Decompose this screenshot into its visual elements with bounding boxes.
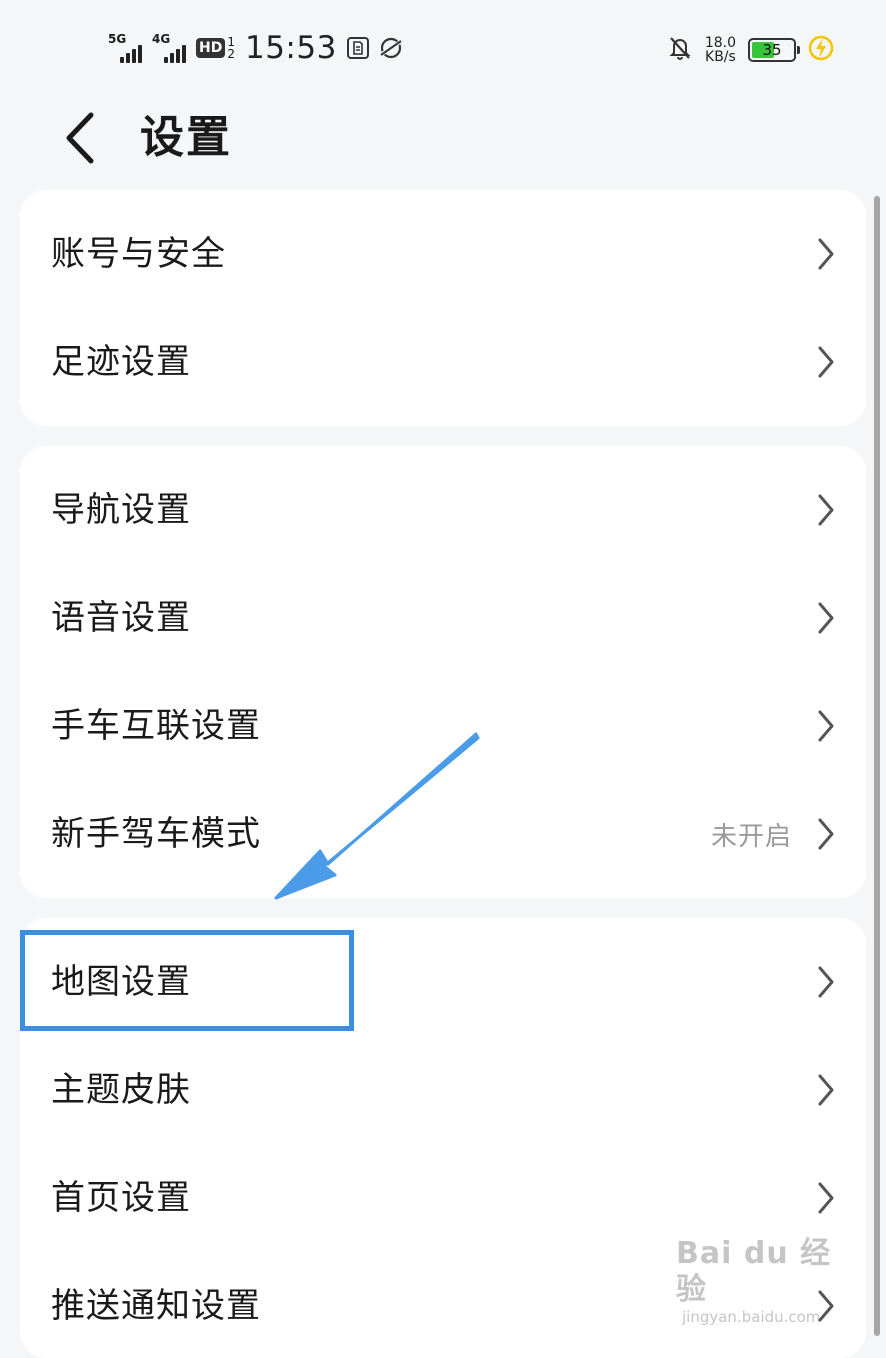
watermark: Bai du 经验 jingyan.baidu.com bbox=[676, 1236, 856, 1326]
watermark-sub: jingyan.baidu.com bbox=[682, 1308, 821, 1326]
settings-item-label: 新手驾车模式 bbox=[51, 814, 261, 854]
settings-item-label: 主题皮肤 bbox=[51, 1070, 191, 1110]
chevron-right-icon bbox=[818, 494, 834, 526]
network-speed-unit: KB/s bbox=[705, 49, 736, 65]
cellular-signal-icon-2: 4G bbox=[152, 33, 186, 63]
hd-voice-icon: HD bbox=[196, 38, 226, 58]
settings-item-phone-car-link[interactable]: 手车互联设置 bbox=[20, 672, 866, 780]
cellular-signal-icon: 5G bbox=[108, 33, 142, 63]
settings-item-label: 推送通知设置 bbox=[51, 1286, 261, 1326]
settings-item-label: 导航设置 bbox=[51, 490, 191, 530]
network-type-label: 5G bbox=[108, 32, 127, 46]
page-title: 设置 bbox=[140, 112, 232, 163]
settings-item-label: 首页设置 bbox=[51, 1178, 191, 1218]
planet-app-icon bbox=[379, 36, 403, 60]
chevron-left-icon bbox=[66, 112, 94, 164]
settings-item-account-security[interactable]: 账号与安全 bbox=[20, 200, 866, 308]
settings-item-novice-driving-mode[interactable]: 新手驾车模式 未开启 bbox=[20, 780, 866, 888]
network-speed: 18.0 KB/s bbox=[705, 36, 736, 64]
chevron-right-icon bbox=[818, 1074, 834, 1106]
notification-app-icon bbox=[346, 37, 369, 59]
settings-item-status: 未开启 bbox=[710, 821, 792, 852]
status-clock: 15:53 bbox=[244, 30, 337, 66]
settings-item-voice[interactable]: 语音设置 bbox=[20, 564, 866, 672]
settings-item-label: 手车互联设置 bbox=[51, 706, 261, 746]
back-button[interactable] bbox=[50, 106, 110, 170]
settings-item-label: 账号与安全 bbox=[51, 234, 226, 274]
settings-group-navigation: 导航设置 语音设置 手车互联设置 新手驾车模式 未开启 bbox=[20, 446, 866, 898]
chevron-right-icon bbox=[818, 602, 834, 634]
hd-sub-2: 2 bbox=[227, 47, 235, 61]
chevron-right-icon bbox=[818, 710, 834, 742]
chevron-right-icon bbox=[818, 818, 834, 850]
chevron-right-icon bbox=[818, 238, 834, 270]
settings-item-footprint[interactable]: 足迹设置 bbox=[20, 308, 866, 416]
settings-item-navigation[interactable]: 导航设置 bbox=[20, 456, 866, 564]
charging-bolt-icon bbox=[808, 33, 834, 67]
settings-item-theme-skin[interactable]: 主题皮肤 bbox=[20, 1036, 866, 1144]
chevron-right-icon bbox=[818, 1182, 834, 1214]
network-type-label-2: 4G bbox=[152, 32, 171, 46]
scrollbar[interactable] bbox=[874, 196, 880, 1336]
hd-voice-sim-indicator: 1 2 bbox=[227, 36, 235, 60]
status-bar-right: 18.0 KB/s 35 bbox=[667, 30, 834, 70]
settings-item-label: 足迹设置 bbox=[51, 342, 191, 382]
mute-bell-icon bbox=[667, 35, 693, 65]
chevron-right-icon bbox=[818, 966, 834, 998]
status-bar-left: 5G 4G HD 1 2 15:53 bbox=[108, 28, 403, 68]
watermark-main: Bai du 经验 bbox=[676, 1236, 832, 1307]
settings-item-label: 语音设置 bbox=[51, 598, 191, 638]
chevron-right-icon bbox=[818, 346, 834, 378]
settings-item-label: 地图设置 bbox=[51, 962, 191, 1002]
status-bar: 5G 4G HD 1 2 15:53 18.0 KB/s 35 bbox=[0, 0, 886, 96]
settings-group-account: 账号与安全 足迹设置 bbox=[20, 190, 866, 426]
page-header: 设置 bbox=[0, 100, 886, 176]
battery-icon: 35 bbox=[748, 38, 800, 62]
battery-level: 35 bbox=[762, 41, 782, 59]
settings-item-map[interactable]: 地图设置 bbox=[20, 928, 866, 1036]
